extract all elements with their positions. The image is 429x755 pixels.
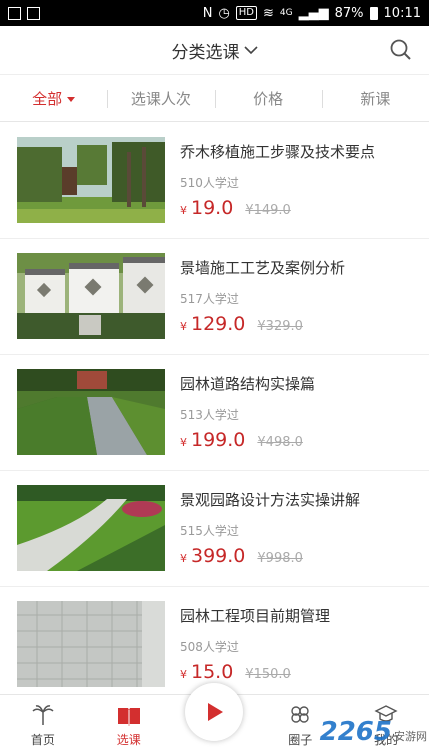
category-selector[interactable]: 分类选课 [172,38,258,63]
course-title: 园林道路结构实操篇 [180,375,316,393]
course-thumbnail [17,253,165,339]
filter-all[interactable]: 全部 [0,88,107,109]
clipboard-icon [27,6,40,20]
course-thumbnail [17,369,165,455]
course-title: 景墙施工工艺及案例分析 [180,259,346,277]
clock: 10:11 [383,5,421,21]
course-price: 199.0 [191,429,246,451]
tab-circle-label: 圈子 [288,733,313,747]
course-title: 景观园路设计方法实操讲解 [180,491,361,509]
filter-all-label: 全部 [32,89,63,108]
battery-percent: 87% [334,5,364,21]
original-price: ¥498.0 [257,435,303,450]
signal-icon: ▂▄▆ [298,5,329,21]
watermark-text: 安游网 [394,730,427,743]
app-header: 分类选课 [0,26,429,75]
course-list[interactable]: 乔木移植施工步骤及技术要点 510人学过 ¥19.0 ¥149.0 景墙施工工艺及… [0,123,429,695]
play-tab [172,683,258,755]
tab-home[interactable]: 首页 [0,695,86,755]
original-price: ¥149.0 [245,203,291,218]
original-price: ¥329.0 [257,319,303,334]
filter-new[interactable]: 新课 [321,88,429,109]
course-thumbnail [17,601,165,687]
nfc-icon: N [202,5,213,21]
hd-badge: HD [235,6,258,20]
filter-new-label: 新课 [360,89,391,108]
course-thumbnail [17,485,165,571]
original-price: ¥150.0 [245,667,291,682]
currency-symbol: ¥ [180,204,187,217]
course-price: 15.0 [191,661,234,683]
filter-price[interactable]: 价格 [214,88,322,109]
learner-count: 515人学过 [180,524,239,538]
watermark-number: 2265 [319,717,392,747]
course-price: 19.0 [191,197,234,219]
network-type: 4G [279,8,293,18]
palm-tree-icon [32,705,54,725]
course-price: 399.0 [191,545,246,567]
play-button[interactable] [185,683,244,741]
book-icon [117,708,140,726]
alarm-icon: ◷ [218,5,230,21]
filter-enrollments[interactable]: 选课人次 [107,88,214,109]
tab-courses-label: 选课 [116,733,141,747]
filter-bar: 全部 选课人次 价格 新课 [0,75,429,122]
page-title: 分类选课 [171,42,240,63]
course-item[interactable]: 园林工程项目前期管理 508人学过 ¥15.0 ¥150.0 [0,587,429,695]
course-price: 129.0 [191,313,246,335]
watermark: 2265 安游网 [320,717,427,747]
learner-count: 513人学过 [180,408,239,422]
course-item[interactable]: 园林道路结构实操篇 513人学过 ¥199.0 ¥498.0 [0,355,429,471]
chevron-down-icon [243,46,258,55]
filter-enrollments-label: 选课人次 [130,89,191,108]
course-thumbnail [17,137,165,223]
play-icon [208,703,224,721]
currency-symbol: ¥ [180,668,187,681]
course-item[interactable]: 景观园路设计方法实操讲解 515人学过 ¥399.0 ¥998.0 [0,471,429,587]
course-item[interactable]: 乔木移植施工步骤及技术要点 510人学过 ¥19.0 ¥149.0 [0,123,429,239]
learner-count: 517人学过 [180,292,239,306]
course-title: 乔木移植施工步骤及技术要点 [180,143,376,161]
learner-count: 508人学过 [180,640,239,654]
status-bar: N ◷ HD ≋ 4G ▂▄▆ 87% 10:11 [0,0,429,26]
course-title: 园林工程项目前期管理 [180,607,331,625]
filter-price-label: 价格 [253,89,284,108]
gallery-icon [8,6,21,20]
clover-icon [291,706,309,723]
currency-symbol: ¥ [180,436,187,449]
currency-symbol: ¥ [180,552,187,565]
course-item[interactable]: 景墙施工工艺及案例分析 517人学过 ¥129.0 ¥329.0 [0,239,429,355]
original-price: ¥998.0 [257,551,303,566]
wifi-icon: ≋ [263,5,274,21]
learner-count: 510人学过 [180,176,239,190]
search-icon[interactable] [389,38,413,62]
currency-symbol: ¥ [180,320,187,333]
caret-down-icon [67,96,76,102]
battery-icon [369,6,378,20]
tab-home-label: 首页 [30,733,55,747]
tab-courses[interactable]: 选课 [86,695,172,755]
